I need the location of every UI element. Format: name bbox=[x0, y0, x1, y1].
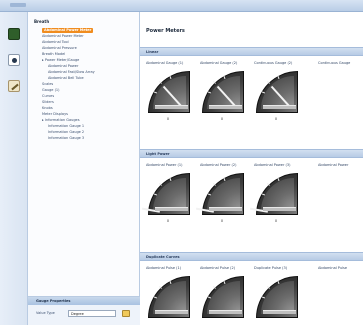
gauge-dial bbox=[141, 173, 190, 215]
tree-item[interactable]: Breath Model bbox=[42, 52, 65, 57]
tree-item[interactable]: Abdominal Tool bbox=[42, 40, 69, 45]
tree-item[interactable]: Abdominal Bell Tube bbox=[48, 76, 84, 81]
tree-item[interactable]: Abdominal Power Meter bbox=[42, 28, 94, 33]
gauge-title: Abdominal Pulse bbox=[318, 266, 348, 270]
tree-item[interactable]: Knobs bbox=[42, 106, 53, 111]
gauge-title: Abdominal Gauge (1) bbox=[146, 61, 184, 65]
tree-item[interactable]: ▸ Information Gauges bbox=[42, 118, 80, 123]
gauge-title: Abdominal Power (3) bbox=[254, 163, 291, 167]
gauge-card[interactable]: Abdominal Pulse (1) bbox=[146, 266, 190, 324]
gauge-dial bbox=[195, 173, 244, 215]
gauge-card[interactable]: Abdominal Gauge (2) 0 bbox=[200, 61, 244, 123]
gauge-card[interactable]: Abdominal Power (1) 0 bbox=[141, 163, 190, 225]
gauge-dial bbox=[148, 276, 190, 318]
gauge-dial bbox=[202, 71, 244, 113]
section-header[interactable]: Linear bbox=[140, 47, 363, 56]
gauge-title: Abdominal Power (1) bbox=[146, 163, 183, 167]
gauge-card[interactable]: Abdominal Pulse (2) bbox=[200, 266, 244, 324]
main-content: Power Meters Linear Abdominal Gauge (1) … bbox=[140, 12, 363, 325]
tree-item[interactable]: Scales bbox=[42, 82, 53, 87]
properties-panel-header[interactable]: Gauge Properties bbox=[28, 297, 140, 305]
gauge-value: 0 bbox=[220, 117, 224, 121]
gauge-title: Continuous Gauge (2) bbox=[254, 61, 293, 65]
gauge-card[interactable]: Abdominal Pulse bbox=[318, 266, 358, 276]
tree-item[interactable]: Abdominal Fast/Slow Array bbox=[48, 70, 95, 75]
gauge-dial bbox=[256, 276, 298, 318]
properties-panel: Gauge Properties Value Type Degree bbox=[28, 296, 140, 325]
gauge-title: Continuous Gauge bbox=[318, 61, 351, 65]
tree-item[interactable]: Sliders bbox=[42, 100, 54, 105]
breath-module-icon[interactable] bbox=[8, 28, 20, 40]
section-header[interactable]: Duplicate Curves bbox=[140, 252, 363, 261]
tree-item[interactable]: Gauge (1) bbox=[42, 88, 60, 93]
tools-module-icon[interactable] bbox=[8, 80, 20, 92]
gauge-dial bbox=[256, 71, 298, 113]
tree-item[interactable]: Curves bbox=[42, 94, 54, 99]
gauge-title: Abdominal Power (2) bbox=[200, 163, 237, 167]
value-type-dropdown[interactable]: Degree bbox=[68, 310, 116, 317]
gauge-card[interactable]: Abdominal Power (2) 0 bbox=[195, 163, 244, 225]
gauge-dial bbox=[202, 276, 244, 318]
navigation-tree: Breath Abdominal Power Meter Abdominal P… bbox=[28, 12, 140, 325]
window-title bbox=[10, 3, 26, 7]
gauge-section: Duplicate Curves Abdominal Pulse (1) Abd… bbox=[140, 252, 363, 325]
tree-item[interactable]: Meter Displays bbox=[42, 112, 68, 117]
gauge-value: 0 bbox=[274, 117, 278, 121]
gauge-dial bbox=[249, 173, 298, 215]
gauge-title: Abdominal Pulse (2) bbox=[200, 266, 236, 270]
tree-item[interactable]: Information Gauge 3 bbox=[48, 136, 84, 141]
gauge-module-icon[interactable] bbox=[8, 54, 20, 66]
gauge-card[interactable]: Abdominal Power bbox=[318, 163, 358, 173]
tree-item[interactable]: Abdominal Power Meter bbox=[42, 34, 84, 39]
tree-item[interactable]: ▸ Power Meter/Gauge bbox=[42, 58, 79, 63]
gauge-section: Linear Abdominal Gauge (1) 0 Abdominal G… bbox=[140, 47, 363, 147]
section-header[interactable]: Light Power bbox=[140, 149, 363, 158]
tree-item[interactable]: Abdominal Pressure bbox=[42, 46, 77, 51]
tree-root-label[interactable]: Breath bbox=[34, 19, 49, 25]
gauge-dial bbox=[148, 71, 190, 113]
window-titlebar bbox=[0, 0, 363, 12]
tree-item[interactable]: Information Gauge 2 bbox=[48, 130, 84, 135]
gauge-value: 0 bbox=[220, 219, 224, 223]
gauge-card[interactable]: Duplicate Pulse (3) bbox=[254, 266, 298, 324]
tree-item[interactable]: Abdominal Power bbox=[48, 64, 78, 69]
gauge-card[interactable]: Continuous Gauge (2) 0 bbox=[254, 61, 298, 123]
gauge-title: Abdominal Pulse (1) bbox=[146, 266, 182, 270]
gauge-title: Abdominal Gauge (2) bbox=[200, 61, 238, 65]
page-title: Power Meters bbox=[146, 28, 185, 34]
browse-icon[interactable] bbox=[122, 310, 130, 317]
gauge-title: Abdominal Power bbox=[318, 163, 349, 167]
module-icon-bar bbox=[0, 12, 28, 325]
gauge-card[interactable]: Abdominal Gauge (1) 0 bbox=[146, 61, 190, 123]
gauge-card[interactable]: Continuous Gauge bbox=[318, 61, 358, 71]
value-type-label: Value Type bbox=[36, 311, 55, 315]
gauge-title: Duplicate Pulse (3) bbox=[254, 266, 288, 270]
tree-item[interactable]: Information Gauge 1 bbox=[48, 124, 84, 129]
gauge-value: 0 bbox=[274, 219, 278, 223]
gauge-value: 0 bbox=[166, 219, 170, 223]
gauge-value: 0 bbox=[166, 117, 170, 121]
gauge-card[interactable]: Abdominal Power (3) 0 bbox=[249, 163, 298, 225]
gauge-section: Light Power Abdominal Power (1) 0 Abdomi… bbox=[140, 149, 363, 249]
